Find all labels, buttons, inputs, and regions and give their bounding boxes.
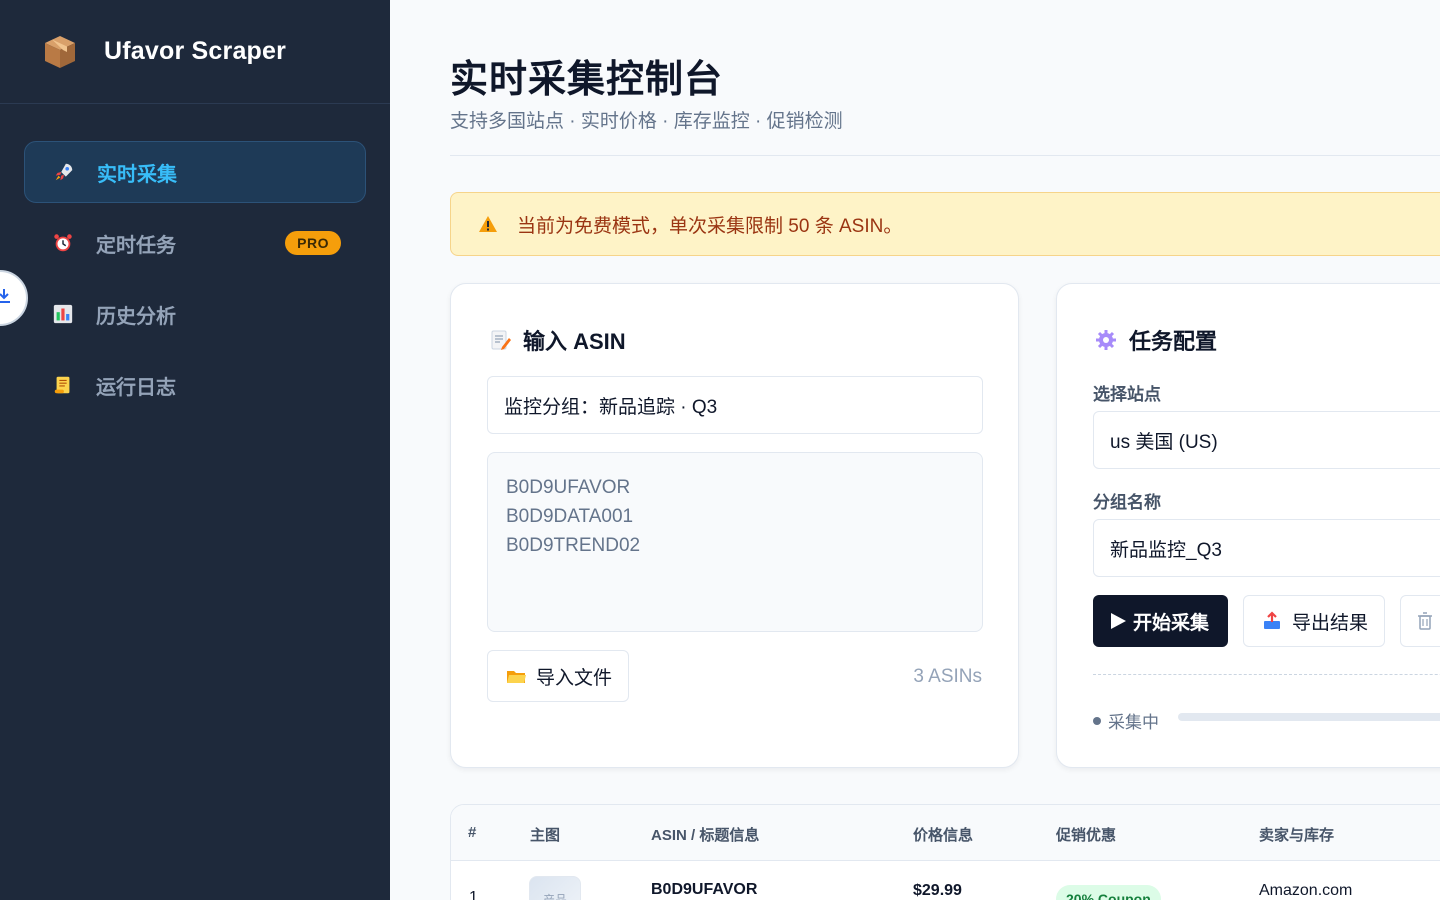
start-scrape-button[interactable]: 开始采集 — [1093, 595, 1228, 647]
start-scrape-label: 开始采集 — [1133, 612, 1210, 634]
memo-icon — [487, 327, 513, 353]
results-table: # 主图 ASIN / 标题信息 价格信息 促销优惠 卖家与库存 1 产品 B0… — [450, 804, 1440, 900]
alarm-clock-icon — [51, 231, 75, 255]
scrape-progress-bar — [1178, 713, 1440, 721]
app-name: Ufavor Scraper — [104, 37, 287, 65]
export-results-label: 导出结果 — [1292, 612, 1369, 634]
column-header: 卖家与库存 — [1259, 827, 1335, 844]
product-thumbnail[interactable]: 产品 — [529, 876, 581, 900]
group-name-input[interactable]: 新品监控_Q3 — [1093, 519, 1440, 577]
outbox-tray-icon — [1262, 611, 1282, 631]
import-file-button[interactable]: 导入文件 — [487, 650, 629, 702]
asin-count: 3 ASINs — [913, 666, 982, 687]
export-results-button[interactable]: 导出结果 — [1243, 595, 1385, 647]
asin-line: B0D9DATA001 — [506, 506, 634, 527]
sidebar-item-realtime[interactable]: 实时采集 — [24, 141, 366, 203]
header-divider — [450, 155, 1440, 156]
sidebar-item-label: 运行日志 — [96, 376, 176, 399]
site-select[interactable]: us 美国 (US) — [1093, 411, 1440, 469]
sidebar-item-label: 历史分析 — [96, 305, 176, 328]
main-content: 实时采集控制台 支持多国站点 · 实时价格 · 库存监控 · 促销检测 当前为免… — [390, 0, 1440, 900]
page-title: 实时采集控制台 — [450, 59, 724, 101]
row-index: 1 — [469, 889, 478, 900]
page-subtitle: 支持多国站点 · 实时价格 · 库存监控 · 促销检测 — [450, 111, 843, 132]
table-header: # 主图 ASIN / 标题信息 价格信息 促销优惠 卖家与库存 — [451, 805, 1440, 861]
trash-icon — [1415, 611, 1435, 631]
coupon-badge: 20% Coupon — [1056, 885, 1161, 900]
column-header: ASIN / 标题信息 — [651, 827, 760, 844]
download-icon — [0, 288, 12, 309]
config-card-title: 任务配置 — [1129, 329, 1218, 354]
sidebar-item-logs[interactable]: 运行日志 — [24, 354, 366, 416]
gear-icon — [1093, 327, 1119, 353]
alert-text: 当前为免费模式，单次采集限制 50 条 ASIN。 — [517, 215, 903, 237]
sidebar: Ufavor Scraper 实时采集 定时任务 PRO 历史分析 运行日志 — [0, 0, 390, 900]
scrape-status: 采集中 — [1093, 708, 1159, 733]
asin-textarea[interactable]: B0D9UFAVOR B0D9DATA001 B0D9TREND02 — [487, 452, 983, 632]
row-price: $29.99 — [913, 882, 962, 899]
row-asin[interactable]: B0D9UFAVOR — [651, 881, 757, 899]
sidebar-item-label: 实时采集 — [97, 163, 177, 186]
sidebar-item-history[interactable]: 历史分析 — [24, 283, 366, 345]
row-seller: Amazon.com — [1259, 882, 1353, 899]
sidebar-item-label: 定时任务 — [96, 234, 176, 257]
group-name-label: 分组名称 — [1093, 493, 1161, 512]
pro-badge: PRO — [285, 231, 341, 255]
card-title: 任务配置 — [1093, 324, 1217, 356]
column-header: 主图 — [530, 827, 561, 844]
bar-chart-icon — [51, 302, 75, 326]
column-header: 价格信息 — [913, 827, 974, 844]
task-config-card: 任务配置 选择站点 us 美国 (US) 分组名称 新品监控_Q3 开始采集 导… — [1056, 283, 1440, 768]
site-label: 选择站点 — [1093, 385, 1161, 404]
free-mode-alert: 当前为免费模式，单次采集限制 50 条 ASIN。 — [450, 192, 1440, 256]
warning-icon — [477, 213, 499, 235]
package-icon — [42, 34, 78, 70]
folder-icon — [506, 666, 526, 686]
input-card-title: 输入 ASIN — [523, 329, 626, 354]
asin-line: B0D9TREND02 — [506, 535, 641, 556]
play-icon — [1111, 613, 1126, 629]
status-dot — [1093, 716, 1101, 725]
column-header: # — [468, 824, 477, 841]
brand: Ufavor Scraper — [0, 0, 390, 104]
import-file-label: 导入文件 — [536, 667, 613, 689]
clear-button[interactable]: 清 — [1400, 595, 1440, 647]
sidebar-item-scheduled[interactable]: 定时任务 PRO — [24, 212, 366, 274]
config-divider — [1093, 674, 1440, 675]
status-text: 采集中 — [1108, 713, 1159, 732]
asin-line: B0D9UFAVOR — [506, 477, 631, 498]
scroll-icon — [51, 373, 75, 397]
sidebar-nav: 实时采集 定时任务 PRO 历史分析 运行日志 — [0, 104, 390, 416]
input-asin-card: 输入 ASIN 监控分组：新品追踪 · Q3 B0D9UFAVOR B0D9DA… — [450, 283, 1019, 768]
monitor-group-input[interactable]: 监控分组：新品追踪 · Q3 — [487, 376, 983, 434]
column-header: 促销优惠 — [1056, 827, 1117, 844]
rocket-icon — [52, 160, 76, 184]
card-title: 输入 ASIN — [487, 324, 626, 356]
